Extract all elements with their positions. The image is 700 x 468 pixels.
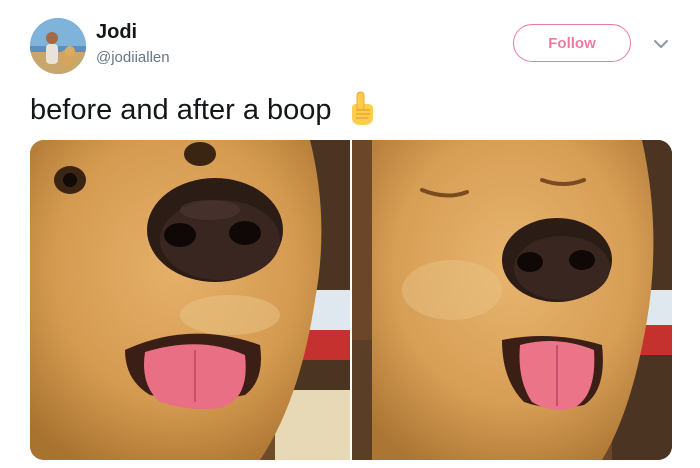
more-options-button[interactable] <box>651 34 671 54</box>
dog-after-boop-photo <box>352 140 672 460</box>
dog-before-boop-photo <box>30 140 350 460</box>
tweet-text-content: before and after a boop <box>30 94 332 126</box>
photo-before[interactable] <box>30 140 350 460</box>
photo-after[interactable] <box>352 140 672 460</box>
tweet-card: Jodi @jodiiallen Follow before and after… <box>0 0 700 468</box>
follow-button[interactable]: Follow <box>513 24 631 62</box>
author-display-name[interactable]: Jodi <box>96 20 137 44</box>
chevron-down-icon <box>654 40 668 48</box>
avatar-photo <box>30 18 86 74</box>
tweet-text: before and after a boop <box>30 90 376 130</box>
author-handle[interactable]: @jodiiallen <box>96 48 170 68</box>
avatar[interactable] <box>30 18 86 74</box>
media-grid <box>30 140 672 460</box>
pointing-up-hand-emoji-icon <box>346 90 376 126</box>
